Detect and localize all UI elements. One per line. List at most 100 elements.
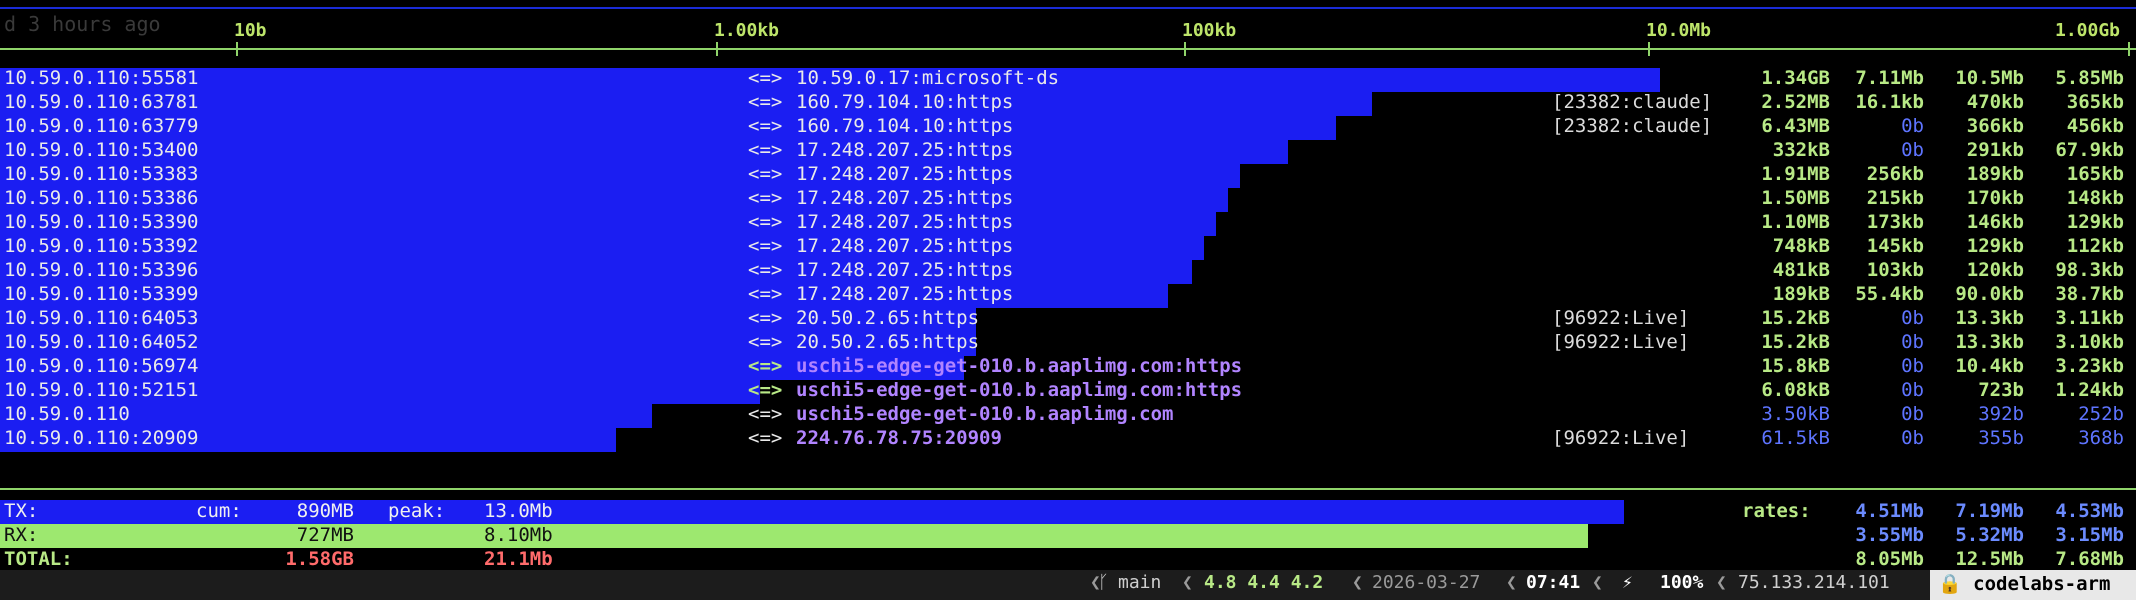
rate-40s: 365kb (2066, 91, 2124, 113)
destination-address: uschi5-edge-get-010.b.aaplimg.com (796, 403, 1174, 425)
direction-arrow: <=> (748, 139, 783, 161)
tick-label-100kb: 100kb (1182, 20, 1237, 41)
rate-40s: 368b (2078, 427, 2124, 449)
process-label: [96922:Live] (1552, 427, 1690, 449)
rate-40s: 112kb (2066, 235, 2124, 257)
tick-mark-10b (236, 42, 238, 56)
cumulative-total: 1.91MB (1761, 163, 1830, 185)
destination-address: 17.248.207.25:https (796, 235, 1014, 257)
rate-2s: 173kb (1866, 211, 1924, 233)
destination-address: 17.248.207.25:https (796, 139, 1014, 161)
direction-arrow: <=> (748, 355, 783, 377)
cumulative-total: 1.50MB (1761, 187, 1830, 209)
rate-10s: 355b (1978, 427, 2024, 449)
traffic-bar (0, 92, 1372, 116)
total-rate-10s: 12.5Mb (1955, 548, 2024, 570)
cumulative-total: 15.2kB (1761, 331, 1830, 353)
rate-40s: 38.7kb (2055, 283, 2124, 305)
rate-10s: 291kb (1966, 139, 2024, 161)
process-label: [23382:claude] (1552, 91, 1713, 113)
tx-label: TX: (4, 500, 39, 522)
direction-arrow: <=> (748, 259, 783, 281)
rate-40s: 3.23kb (2055, 355, 2124, 377)
direction-arrow: <=> (748, 67, 783, 89)
rate-2s: 7.11Mb (1855, 67, 1924, 89)
tick-label-1gb: 1.00Gb (2055, 20, 2121, 41)
rate-10s: 170kb (1966, 187, 2024, 209)
source-address: 10.59.0.110:53383 (4, 163, 199, 185)
tick-label-10b: 10b (234, 20, 267, 41)
cumulative-total: 2.52MB (1761, 91, 1830, 113)
cumulative-total: 3.50kB (1761, 403, 1830, 425)
destination-address: 17.248.207.25:https (796, 187, 1014, 209)
rate-2s: 256kb (1866, 163, 1924, 185)
load-average: 4.8 4.4 4.2 (1204, 572, 1324, 593)
cum-label: cum: (196, 500, 242, 522)
rate-10s: 120kb (1966, 259, 2024, 281)
rate-2s: 103kb (1866, 259, 1924, 281)
rate-40s: 456kb (2066, 115, 2124, 137)
cumulative-total: 15.8kB (1761, 355, 1830, 377)
rate-40s: 148kb (2066, 187, 2124, 209)
tx-cum: 890MB (296, 500, 354, 522)
peak-label: peak: (388, 500, 446, 522)
cumulative-total: 6.08kB (1761, 379, 1830, 401)
rate-2s: 0b (1901, 331, 1924, 353)
rate-10s: 10.5Mb (1955, 67, 2024, 89)
rate-2s: 16.1kb (1855, 91, 1924, 113)
rate-2s: 0b (1901, 379, 1924, 401)
cumulative-total: 61.5kB (1761, 427, 1830, 449)
host-pill: 🔒 codelabs-arm (1930, 570, 2136, 600)
destination-address: 17.248.207.25:https (796, 283, 1014, 305)
source-address: 10.59.0.110:53396 (4, 259, 199, 281)
direction-arrow: <=> (748, 307, 783, 329)
rate-10s: 90.0kb (1955, 283, 2024, 305)
rate-2s: 0b (1901, 115, 1924, 137)
top-border (0, 7, 2136, 9)
status-separator: ❮ (1716, 572, 1727, 593)
source-address: 10.59.0.110:64053 (4, 307, 199, 329)
source-address: 10.59.0.110 (4, 403, 130, 425)
tx-rate-40s: 4.53Mb (2055, 500, 2124, 522)
direction-arrow: <=> (748, 379, 783, 401)
source-address: 10.59.0.110:52151 (4, 379, 199, 401)
source-address: 10.59.0.110:53399 (4, 283, 199, 305)
rate-10s: 146kb (1966, 211, 2024, 233)
direction-arrow: <=> (748, 427, 783, 449)
rate-40s: 3.11kb (2055, 307, 2124, 329)
total-rate-2s: 8.05Mb (1855, 548, 1924, 570)
destination-address: uschi5-edge-get-010.b.aaplimg.com:https (796, 355, 1243, 377)
source-address: 10.59.0.110:63781 (4, 91, 199, 113)
destination-address: 10.59.0.17:microsoft-ds (796, 67, 1060, 89)
source-address: 10.59.0.110:53392 (4, 235, 199, 257)
rate-10s: 13.3kb (1955, 307, 2024, 329)
source-address: 10.59.0.110:55581 (4, 67, 199, 89)
rate-10s: 392b (1978, 403, 2024, 425)
source-address: 10.59.0.110:53400 (4, 139, 199, 161)
git-branch: main (1118, 572, 1162, 593)
cumulative-total: 6.43MB (1761, 115, 1830, 137)
source-address: 10.59.0.110:20909 (4, 427, 199, 449)
tick-mark-1gb (2128, 42, 2130, 56)
rate-10s: 189kb (1966, 163, 2024, 185)
destination-address: 17.248.207.25:https (796, 211, 1014, 233)
cumulative-total: 748kB (1772, 235, 1830, 257)
tick-mark-100kb (1184, 42, 1186, 56)
rate-2s: 0b (1901, 355, 1924, 377)
rx-rate-2s: 3.55Mb (1855, 524, 1924, 546)
branch-icon: ᚴ (1098, 572, 1109, 593)
direction-arrow: <=> (748, 403, 783, 425)
rate-40s: 3.10kb (2055, 331, 2124, 353)
rates-label: rates: (1742, 500, 1811, 522)
destination-address: 20.50.2.65:https (796, 307, 980, 329)
source-address: 10.59.0.110:56974 (4, 355, 199, 377)
direction-arrow: <=> (748, 115, 783, 137)
direction-arrow: <=> (748, 163, 783, 185)
rate-2s: 0b (1901, 403, 1924, 425)
cumulative-total: 1.10MB (1761, 211, 1830, 233)
rx-label: RX: (4, 524, 39, 546)
tx-rate-2s: 4.51Mb (1855, 500, 1924, 522)
tick-label-10mb: 10.0Mb (1646, 20, 1712, 41)
rate-10s: 366kb (1966, 115, 2024, 137)
rate-2s: 0b (1901, 307, 1924, 329)
